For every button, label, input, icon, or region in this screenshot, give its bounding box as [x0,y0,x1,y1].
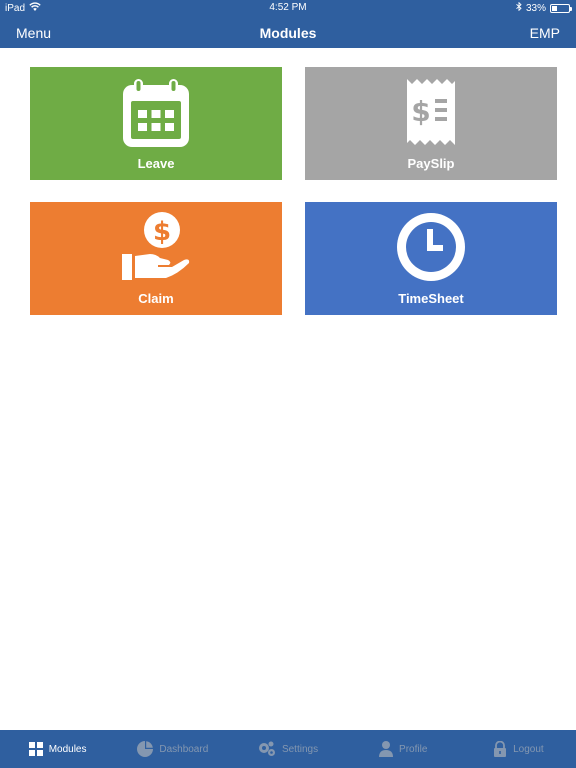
svg-text:$: $ [411,95,430,128]
status-time: 4:52 PM [269,2,307,13]
tile-label-payslip: PaySlip [407,156,455,171]
claim-module-tile[interactable]: $ Claim [30,202,282,315]
tile-icon-wrap: $ [305,77,557,149]
tab-label-modules: Modules [48,743,87,755]
tab-label-settings: Settings [281,743,319,755]
tile-label-timesheet: TimeSheet [398,291,464,306]
bottom-tab-bar: Modules Dashboard Settings Profile Logou… [0,730,576,768]
status-bar: iPad 4:52 PM 33% [0,0,576,16]
user-icon [379,741,394,757]
page-title: Modules [259,25,317,41]
tile-icon-wrap [30,77,282,149]
hand-dollar-icon: $ [122,212,190,280]
tile-icon-wrap [305,212,557,282]
leave-module-tile[interactable]: Leave [30,67,282,180]
lock-icon [494,741,507,757]
tab-dashboard[interactable]: Dashboard [115,730,230,768]
clock-icon [397,213,465,281]
tile-label-leave: Leave [137,156,175,171]
tab-logout[interactable]: Logout [461,730,576,768]
tab-settings[interactable]: Settings [230,730,345,768]
tile-icon-wrap: $ [30,212,282,284]
tab-profile[interactable]: Profile [346,730,461,768]
bluetooth-icon [516,1,522,14]
tab-label-logout: Logout [513,743,544,755]
status-right: 33% [516,1,572,14]
tab-label-profile: Profile [399,743,428,755]
battery-percent: 33% [525,2,546,14]
svg-text:$: $ [153,217,171,247]
calendar-icon [123,79,189,147]
pie-chart-icon [137,741,154,757]
gears-icon [258,741,275,756]
battery-level-fill [552,5,558,11]
payslip-module-tile[interactable]: $ PaySlip [305,67,557,180]
tab-label-dashboard: Dashboard [159,743,209,755]
emp-button[interactable]: EMP [530,25,560,41]
battery-icon [550,3,572,13]
timesheet-module-tile[interactable]: TimeSheet [305,202,557,315]
receipt-icon: $ [407,79,455,145]
app-header: iPad 4:52 PM 33% Menu Modules EMP [0,0,576,48]
grid-icon [28,742,43,756]
tab-modules[interactable]: Modules [0,730,115,768]
tile-label-claim: Claim [138,291,174,306]
nav-bar: Menu Modules EMP [0,16,576,48]
